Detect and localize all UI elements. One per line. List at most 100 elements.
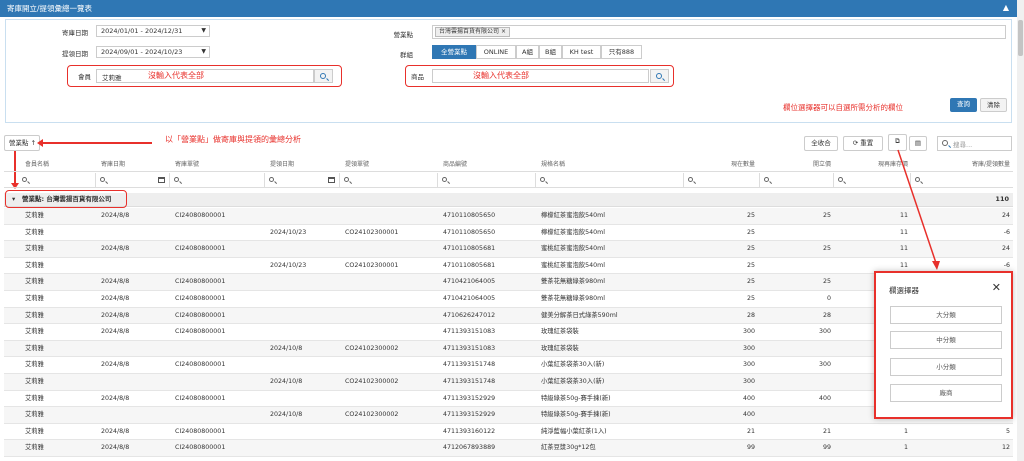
table-row[interactable]: 艾莉雅 2024/8/8 CI24080800001 4710110805650 檸檬紅… <box>4 208 1013 225</box>
filter-cell[interactable] <box>170 173 265 188</box>
filter-cell[interactable] <box>340 173 438 188</box>
table-row[interactable]: 艾莉雅 2024/10/8 CO24102300002 4711393152929 特級… <box>4 407 1013 424</box>
store-tag[interactable]: 台灣雲揚百貨有限公司 × <box>435 27 510 37</box>
table-cell: 雙茶花無糖綠茶980ml <box>541 278 605 286</box>
table-cell: 健美分解茶日式綠茶590ml <box>541 311 618 319</box>
table-cell: 艾莉雅 <box>25 328 44 336</box>
filter-cell[interactable] <box>265 173 340 188</box>
search-icon <box>838 177 843 182</box>
col-header-stock-date[interactable]: 寄庫日期 <box>98 159 128 172</box>
picker-item-vendor[interactable]: 廠商 <box>890 384 1002 402</box>
group-btn-a[interactable]: A組 <box>516 45 539 59</box>
scrollbar-track[interactable] <box>1017 0 1024 461</box>
filter-cell[interactable] <box>96 173 170 188</box>
table-cell: 2024/8/8 <box>101 394 130 402</box>
col-header-stock-no[interactable]: 寄庫單號 <box>172 159 202 172</box>
table-cell: 2024/8/8 <box>101 427 130 435</box>
pickup-date-select[interactable]: 2024/09/01 - 2024/10/23 ▼ <box>96 46 210 58</box>
search-icon <box>174 177 179 182</box>
table-cell: 4710421064005 <box>443 278 496 286</box>
clear-button[interactable]: 清除 <box>980 98 1007 112</box>
col-header-qty[interactable]: 現在數量 <box>684 159 758 172</box>
calendar-icon[interactable] <box>158 177 165 183</box>
group-by-chip[interactable]: 營業點 ↑ <box>4 135 40 151</box>
query-button[interactable]: 查詢 <box>950 98 977 112</box>
table-cell: 4711393152929 <box>443 394 496 402</box>
product-label: 商品 <box>411 73 424 81</box>
reset-button[interactable]: ⟳ 重置 <box>843 136 883 151</box>
table-row[interactable]: 艾莉雅 2024/8/8 CI24080800001 4710421064005 雙茶花… <box>4 274 1013 291</box>
table-header: 會員名稱 寄庫日期 寄庫單號 提領日期 提領單號 商品編號 規格名稱 現在數量 … <box>4 159 1013 172</box>
close-icon[interactable]: ✕ <box>992 281 1001 294</box>
table-cell: CO24102300002 <box>345 411 399 419</box>
col-header-spec[interactable]: 規格名稱 <box>538 159 568 172</box>
search-icon <box>656 73 662 79</box>
table-filter-row <box>4 173 1013 188</box>
table-row[interactable]: 艾莉雅 2024/8/8 CI24080800001 4712067893889 紅茶豆… <box>4 440 1013 457</box>
table-cell: 25 <box>746 245 755 253</box>
col-header-pickup-no[interactable]: 提領單號 <box>342 159 372 172</box>
group-btn-kh-test[interactable]: KH test <box>562 45 601 59</box>
filter-cell[interactable] <box>760 173 834 188</box>
product-search-button[interactable] <box>650 69 669 83</box>
chevron-down-icon: ▼ <box>201 27 206 34</box>
table-row[interactable]: 艾莉雅 2024/10/23 CO24102300001 4710110805650 檸… <box>4 225 1013 242</box>
table-cell: 4712067893889 <box>443 444 496 452</box>
group-btn-online[interactable]: ONLINE <box>476 45 516 59</box>
table-row[interactable]: 艾莉雅 2024/8/8 CI24080800001 4710421064005 雙茶花… <box>4 291 1013 308</box>
search-icon <box>764 177 769 182</box>
stock-date-select[interactable]: 2024/01/01 - 2024/12/31 ▼ <box>96 25 210 37</box>
table-cell: CO24102300002 <box>345 378 399 385</box>
member-input[interactable]: 艾莉雅 <box>96 69 314 83</box>
filter-cell[interactable] <box>438 173 536 188</box>
table-cell: CI24080800001 <box>175 394 226 402</box>
page-title: 寄庫開立/提領彙總一覽表 <box>7 4 93 13</box>
scrollbar-thumb[interactable] <box>1018 20 1023 56</box>
picker-item-minor[interactable]: 小分類 <box>890 358 1002 376</box>
col-header-pickup-date[interactable]: 提領日期 <box>267 159 297 172</box>
col-header-member[interactable]: 會員名稱 <box>22 159 52 172</box>
filter-cell[interactable] <box>18 173 96 188</box>
table-cell: 特級綠茶50g-賽手揀(新) <box>541 394 611 402</box>
page-title-bar: 寄庫開立/提領彙總一覽表 ▲ <box>0 0 1017 17</box>
group-btn-888[interactable]: 只有888 <box>601 45 642 59</box>
table-cell: 艾莉雅 <box>25 444 44 452</box>
group-btn-b[interactable]: B組 <box>539 45 562 59</box>
search-icon <box>442 177 447 182</box>
table-cell: 99 <box>746 444 755 452</box>
document-icon: ▤ <box>914 139 922 147</box>
group-btn-all[interactable]: 全營業點 <box>432 45 476 59</box>
stock-date-label: 寄庫日期 <box>62 29 88 37</box>
collapse-all-button[interactable]: 全收合 <box>804 136 838 151</box>
table-row[interactable]: 艾莉雅 2024/8/8 CI24080800001 4710110805681 蜜桃紅… <box>4 241 1013 258</box>
table-cell: 艾莉雅 <box>25 245 44 253</box>
table-row[interactable]: 艾莉雅 2024/10/8 CO24102300002 4711393151083 玫瑰… <box>4 340 1013 358</box>
table-cell: 純淨藍幅小葉紅茶(1入) <box>541 427 607 435</box>
table-row[interactable]: 艾莉雅 2024/10/8 CO24102300002 4711393151748 小葉… <box>4 374 1013 391</box>
calendar-icon[interactable] <box>328 177 335 183</box>
table-row[interactable]: 艾莉雅 2024/8/8 CI24080800001 4711393151748 小葉紅… <box>4 357 1013 374</box>
table-cell: 艾莉雅 <box>25 278 44 286</box>
picker-item-middle[interactable]: 中分類 <box>890 331 1002 349</box>
table-row[interactable]: 艾莉雅 2024/8/8 CI24080800001 4711393152929 特級綠… <box>4 391 1013 408</box>
table-cell: 21 <box>746 427 755 435</box>
picker-item-major[interactable]: 大分類 <box>890 306 1002 324</box>
table-row[interactable]: 艾莉雅 2024/8/8 CI24080800001 4710626247012 健美分… <box>4 307 1013 325</box>
col-header-product-no[interactable]: 商品編號 <box>440 159 470 172</box>
table-cell: 2024/8/8 <box>101 444 130 452</box>
table-cell: 300 <box>742 361 755 369</box>
filter-cell[interactable] <box>536 173 684 188</box>
table-cell: 21 <box>822 427 831 435</box>
table-row[interactable]: 艾莉雅 2024/10/23 CO24102300001 4710110805681 蜜… <box>4 258 1013 275</box>
group-row[interactable]: ▾ 營業點: 台灣雲揚百貨有限公司 110 <box>4 193 1013 207</box>
table-row[interactable]: 艾莉雅 2024/8/8 CI24080800001 4711393160122 純淨藍… <box>4 424 1013 441</box>
member-search-button[interactable] <box>314 69 333 83</box>
col-header-price[interactable]: 開立價 <box>760 159 834 172</box>
product-input[interactable] <box>432 69 649 83</box>
table-row[interactable]: 艾莉雅 2024/8/8 CI24080800001 4711393151083 玫瑰紅… <box>4 324 1013 341</box>
table-cell: 400 <box>742 394 755 402</box>
remove-tag-icon[interactable]: × <box>501 28 506 35</box>
collapse-panel-icon[interactable]: ▲ <box>1003 3 1009 12</box>
store-multiselect[interactable]: 台灣雲揚百貨有限公司 × <box>432 25 1006 39</box>
filter-cell[interactable] <box>684 173 760 188</box>
